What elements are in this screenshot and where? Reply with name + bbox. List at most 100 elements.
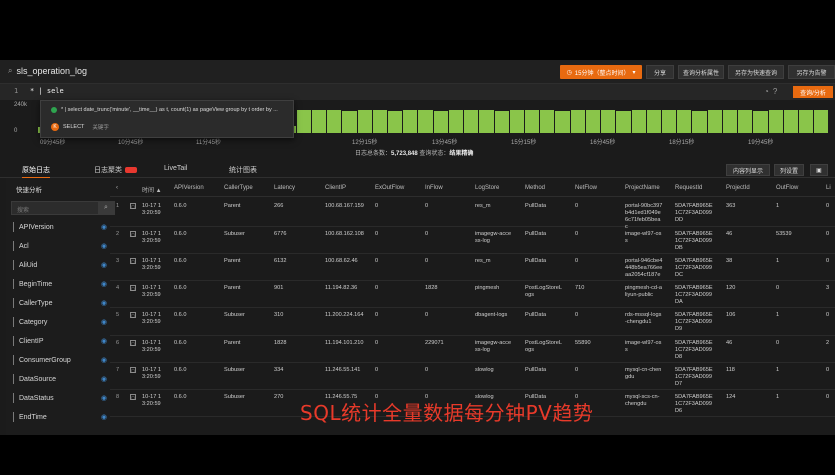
share-button[interactable]: 分享 — [646, 65, 674, 79]
cell-pid[interactable]: 118 — [726, 367, 735, 374]
table-row[interactable]: ▢ 1 10-17 1 3:20:59 0.6.0 Parent 266 100.68.16… — [110, 199, 835, 230]
eye-icon[interactable]: ◉ — [101, 280, 107, 288]
histogram-bar[interactable] — [783, 110, 798, 133]
cell-pid[interactable]: 120 — [726, 285, 735, 292]
eye-icon[interactable]: ◉ — [101, 223, 107, 231]
cell-api[interactable]: 0.6.0 — [174, 203, 186, 210]
tab-charts[interactable]: 统计图表 — [229, 165, 257, 175]
cell-api[interactable]: 0.6.0 — [174, 285, 186, 292]
cell-store[interactable]: slowlog — [475, 367, 494, 374]
cell-out[interactable]: 1 — [776, 258, 779, 265]
cell-net[interactable]: 0 — [575, 203, 578, 210]
cell-net[interactable]: 0 — [575, 367, 578, 374]
cell-store[interactable]: dbagent-logs — [475, 312, 507, 319]
histogram-bar[interactable] — [327, 110, 342, 133]
field-item[interactable]: Acl ◉ — [13, 237, 113, 255]
cell-latency[interactable]: 310 — [274, 312, 283, 319]
cell-out[interactable]: 53539 — [776, 231, 792, 238]
column-header[interactable]: InFlow — [425, 185, 443, 191]
cell-net[interactable]: 710 — [575, 285, 584, 292]
histogram-bar[interactable] — [388, 111, 403, 133]
eye-icon[interactable]: ◉ — [101, 242, 107, 250]
expand-row-icon[interactable]: ▢ — [130, 312, 136, 318]
histogram-bar[interactable] — [311, 110, 327, 133]
cell-method[interactable]: PostLogStoreL ogs — [525, 285, 562, 299]
eye-icon[interactable]: ◉ — [101, 261, 107, 269]
cell-ex[interactable]: 0 — [375, 203, 378, 210]
cell-reqid[interactable]: 5DA7FAB965E 1C72F3AD099 DD — [675, 203, 713, 224]
cell-li[interactable]: 0 — [826, 367, 829, 374]
cell-method[interactable]: PullData — [525, 367, 546, 374]
help-icon[interactable]: ? — [773, 87, 777, 96]
table-row[interactable]: ▢ 5 10-17 1 3:20:59 0.6.0 Subuser 310 11.200.2… — [110, 308, 835, 336]
histogram-bar[interactable] — [738, 110, 753, 133]
cell-in[interactable]: 229071 — [425, 340, 444, 347]
query-editor[interactable]: 1 * | sele ◔ ? 查询/分析 — [0, 84, 835, 100]
cell-latency[interactable]: 266 — [274, 203, 283, 210]
cell-time[interactable]: 10-17 1 3:20:59 — [142, 394, 161, 408]
query-attributes-button[interactable]: 查询分析属性 — [678, 65, 724, 79]
cell-method[interactable]: PullData — [525, 312, 546, 319]
content-wrap-button[interactable]: 内容列显示 — [726, 164, 770, 176]
histogram-bar[interactable] — [372, 110, 388, 133]
cell-net[interactable]: 0 — [575, 231, 578, 238]
cell-reqid[interactable]: 5DA7FAB965E 1C72F3AD099 DA — [675, 285, 713, 306]
cell-li[interactable]: 0 — [826, 312, 829, 319]
time-range-button[interactable]: ◷ 15分钟（整点时间） ▾ — [560, 65, 642, 79]
cell-pid[interactable]: 363 — [726, 203, 735, 210]
table-row[interactable]: ▢ 3 10-17 1 3:20:59 0.6.0 Parent 6132 100.68.6… — [110, 254, 835, 281]
cell-reqid[interactable]: 5DA7FAB965E 1C72F3AD099 D7 — [675, 367, 713, 388]
cell-caller[interactable]: Parent — [224, 258, 240, 265]
cell-out[interactable]: 0 — [776, 340, 779, 347]
cell-method[interactable]: PullData — [525, 258, 546, 265]
histogram-bar[interactable] — [342, 111, 357, 133]
suggestion-item[interactable]: * | select date_trunc('minute', __time__… — [51, 107, 278, 113]
table-row[interactable]: ▢ 2 10-17 1 3:20:59 0.6.0 Subuser 6776 100.68.… — [110, 227, 835, 254]
cell-out[interactable]: 1 — [776, 203, 779, 210]
cell-caller[interactable]: Parent — [224, 340, 240, 347]
histogram-bar[interactable] — [494, 111, 509, 133]
cell-project[interactable]: rds-mssql-logs -chengdu1 — [625, 312, 661, 326]
save-alert-button[interactable]: 另存为告警 — [788, 65, 835, 79]
tab-livetail[interactable]: LiveTail — [164, 165, 187, 172]
cell-project[interactable]: mysql-scs-cn- chengdu — [625, 394, 660, 408]
eye-icon[interactable]: ◉ — [101, 299, 107, 307]
cell-project[interactable]: image-wl97-os s — [625, 340, 661, 354]
histogram-bar[interactable] — [357, 110, 372, 133]
cell-latency[interactable]: 334 — [274, 367, 283, 374]
cell-store[interactable]: res_m — [475, 258, 491, 265]
histogram-bar[interactable] — [555, 111, 570, 133]
eye-icon[interactable]: ◉ — [101, 337, 107, 345]
expand-row-icon[interactable]: ▢ — [130, 258, 136, 264]
histogram-bar[interactable] — [646, 110, 661, 133]
cell-api[interactable]: 0.6.0 — [174, 312, 186, 319]
cell-caller[interactable]: Parent — [224, 285, 240, 292]
cell-store[interactable]: res_m — [475, 203, 491, 210]
table-row[interactable]: ▢ 7 10-17 1 3:20:59 0.6.0 Subuser 334 11.246.5… — [110, 363, 835, 390]
expand-row-icon[interactable]: ▢ — [130, 340, 136, 346]
cell-time[interactable]: 10-17 1 3:20:59 — [142, 312, 161, 326]
search-analyze-button[interactable]: 查询/分析 — [793, 86, 833, 98]
histogram-bar[interactable] — [677, 110, 692, 133]
cell-reqid[interactable]: 5DA7FAB965E 1C72F3AD099 D6 — [675, 394, 713, 415]
cell-project[interactable]: portal-946cbe4 448b5ea766ee aa2054cf187e — [625, 258, 662, 279]
cell-ex[interactable]: 0 — [375, 367, 378, 374]
clock-history-icon[interactable]: ◔ — [764, 87, 769, 96]
column-header[interactable]: OutFlow — [776, 185, 798, 191]
field-item[interactable]: ConsumerGroup ◉ — [13, 351, 113, 369]
column-header[interactable]: RequestId — [675, 185, 702, 191]
expand-row-icon[interactable]: ▢ — [130, 203, 136, 209]
histogram-bar[interactable] — [616, 111, 631, 133]
cell-method[interactable]: PostLogStoreL ogs — [525, 340, 562, 354]
histogram-bar[interactable] — [570, 110, 585, 133]
cell-time[interactable]: 10-17 1 3:20:59 — [142, 231, 161, 245]
histogram-bar[interactable] — [540, 110, 555, 133]
cell-ip[interactable]: 100.68.167.159 — [325, 203, 364, 210]
cell-li[interactable]: 0 — [826, 231, 829, 238]
field-item[interactable]: AliUid ◉ — [13, 256, 113, 274]
expand-row-icon[interactable]: ▢ — [130, 285, 136, 291]
query-text[interactable]: * | sele — [30, 87, 64, 95]
histogram-bar[interactable] — [631, 110, 646, 133]
field-item[interactable]: CallerType ◉ — [13, 294, 113, 312]
cell-pid[interactable]: 46 — [726, 340, 732, 347]
